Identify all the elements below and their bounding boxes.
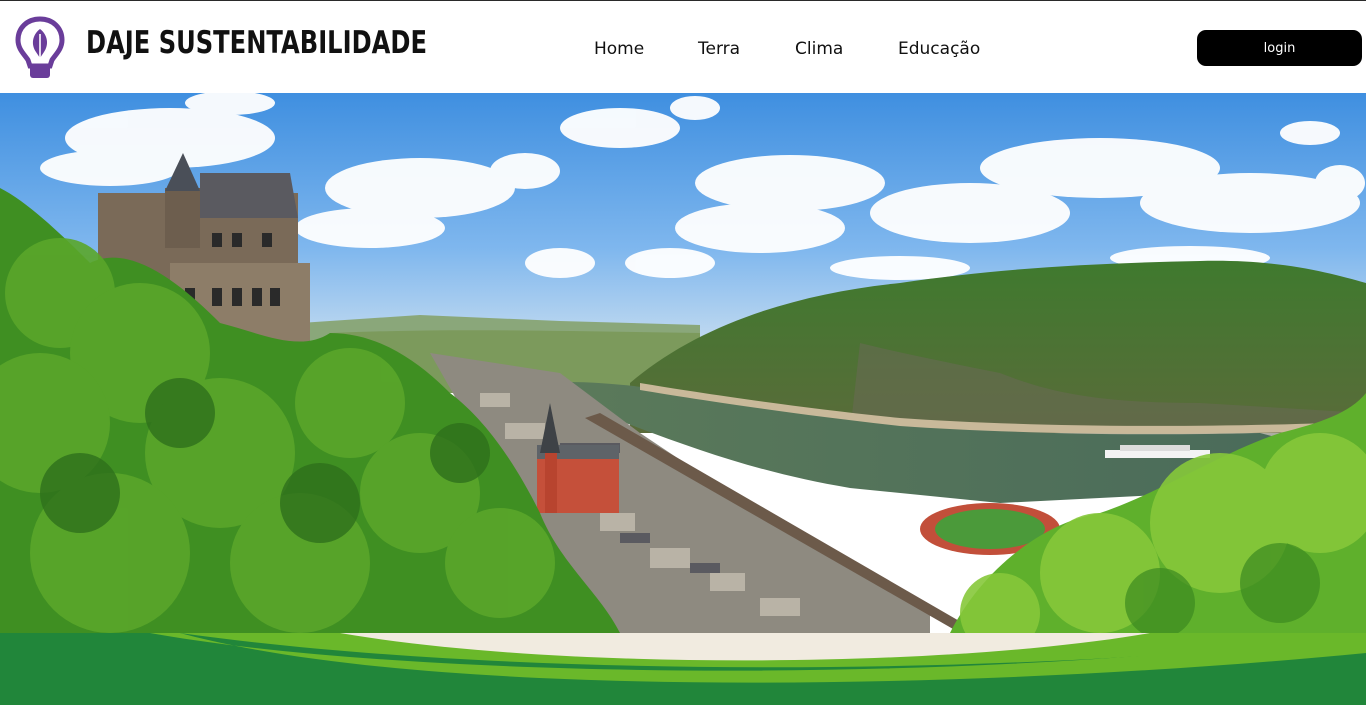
nav-clima[interactable]: Clima	[795, 35, 843, 63]
login-button[interactable]: login	[1197, 30, 1362, 66]
footer-wave-band	[0, 633, 1366, 705]
lightbulb-leaf-icon[interactable]	[15, 16, 65, 80]
site-header: DAJE SUSTENTABILIDADE Home Terra Clima E…	[0, 1, 1366, 93]
nav-home[interactable]: Home	[594, 35, 644, 63]
nav-terra[interactable]: Terra	[698, 35, 740, 63]
brand-title[interactable]: DAJE SUSTENTABILIDADE	[86, 21, 427, 65]
nav-educacao[interactable]: Educação	[898, 35, 980, 63]
hero-image	[0, 93, 1366, 633]
